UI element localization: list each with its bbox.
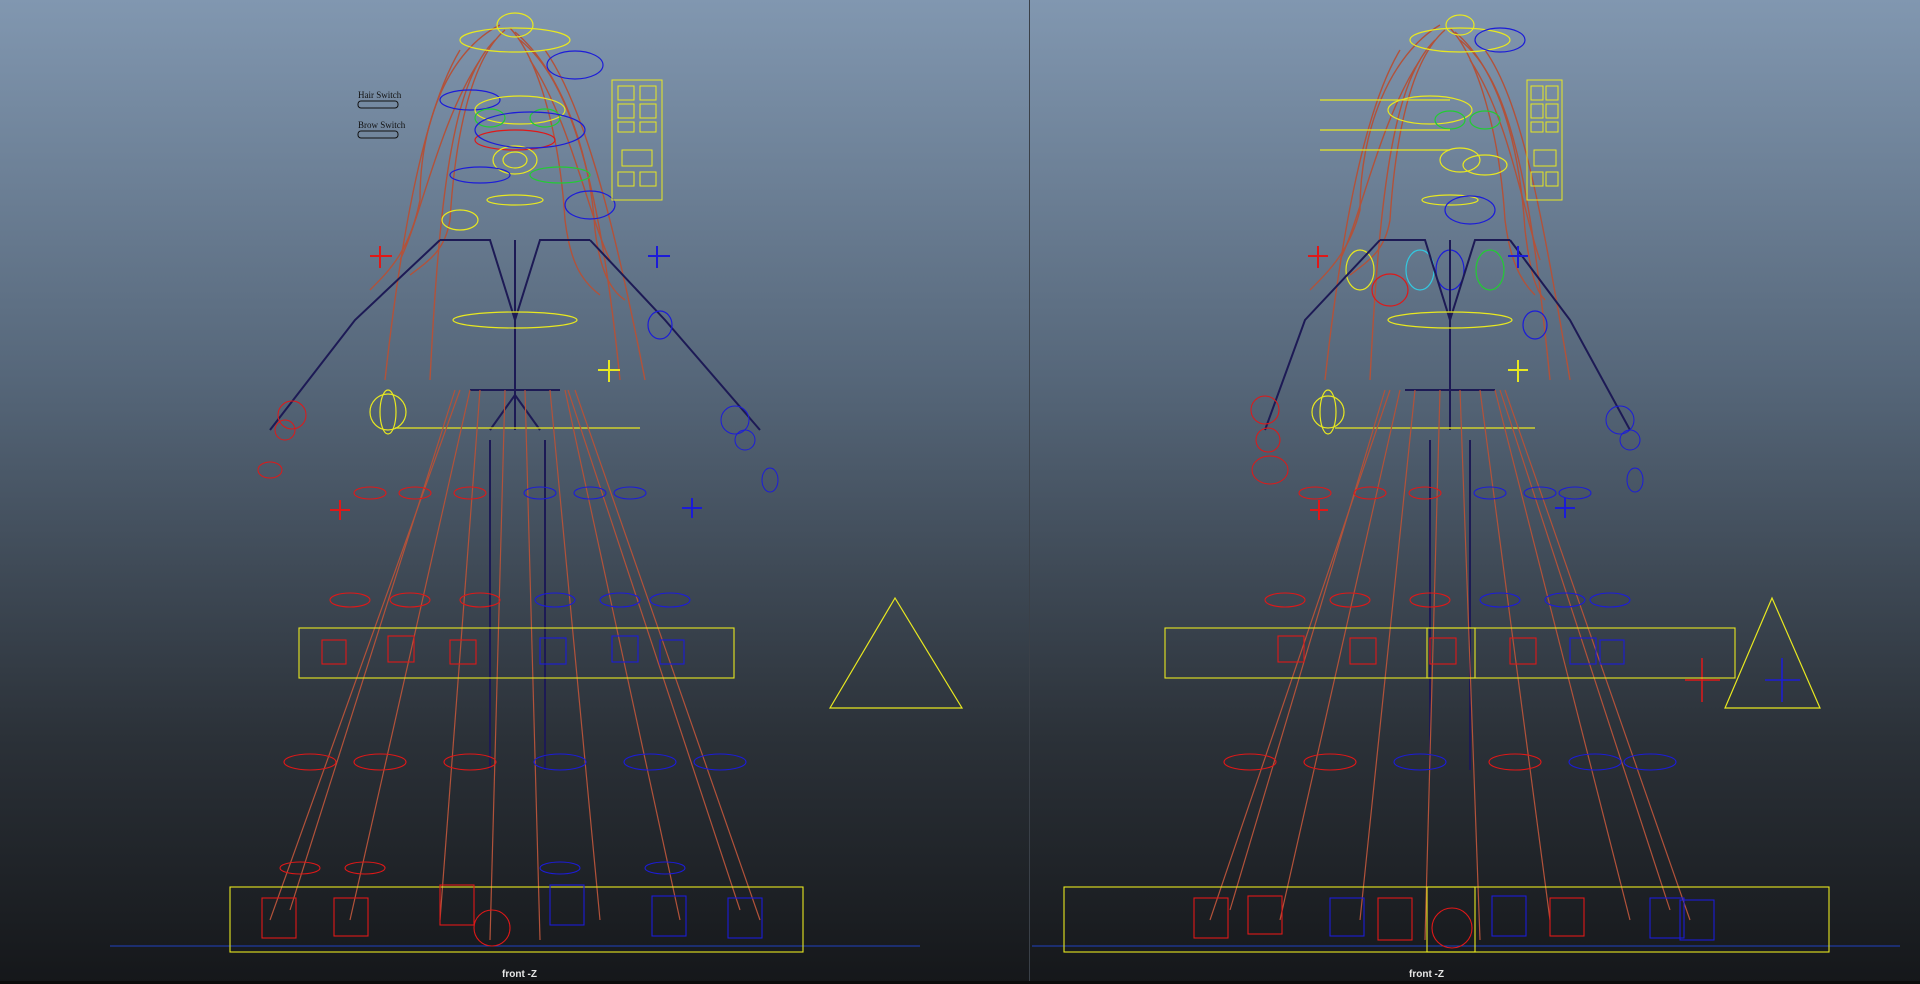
hair-switch-label: Hair Switch <box>358 90 402 100</box>
skirt-bottom-box-controls[interactable] <box>229 884 804 953</box>
viewport-front-left[interactable]: Hair Switch Brow Switch front -Z <box>0 0 1030 984</box>
head-controls[interactable] <box>439 12 616 231</box>
brow-switch-label: Brow Switch <box>358 120 406 130</box>
face-control-panel[interactable] <box>1526 79 1563 201</box>
hair-joint-chains[interactable] <box>1309 24 1571 381</box>
maya-workspace: Hair Switch Brow Switch front -Z front -… <box>0 0 1920 984</box>
viewport-front-right[interactable]: front -Z <box>1030 0 1920 984</box>
face-control-panel[interactable] <box>611 79 663 201</box>
skirt-mid-box-controls[interactable] <box>298 627 735 679</box>
misc-controls[interactable] <box>330 246 964 709</box>
hair-joint-chains[interactable] <box>369 24 646 381</box>
skirt-bottom-box-controls[interactable] <box>1063 886 1830 953</box>
camera-label-left: front -Z <box>502 969 537 980</box>
skirt-joint-chains[interactable] <box>269 389 761 941</box>
hair-switch-control[interactable] <box>357 100 399 109</box>
brow-switch-control[interactable] <box>357 130 399 139</box>
upper-body-bones[interactable] <box>269 239 761 770</box>
skirt-mid-box-controls[interactable] <box>1164 627 1736 679</box>
misc-controls[interactable] <box>1308 246 1821 709</box>
rig-wireframe-right[interactable] <box>1030 0 1920 984</box>
head-controls[interactable] <box>1320 14 1526 307</box>
camera-label-right: front -Z <box>1409 969 1444 980</box>
hand-controls[interactable] <box>1250 395 1644 493</box>
hand-controls[interactable] <box>257 400 779 493</box>
rig-wireframe-left[interactable]: Hair Switch Brow Switch <box>0 0 1030 984</box>
skirt-joint-chains[interactable] <box>1209 389 1691 941</box>
